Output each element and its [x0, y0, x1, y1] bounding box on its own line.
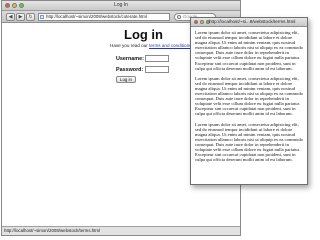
search-icon: [177, 15, 181, 19]
status-bar: http://localhost/~simon/2008/webstock/te…: [2, 226, 240, 235]
popup-titlebar: http://localhost/~si...8/webstock/terms.…: [191, 18, 307, 27]
page-favicon-icon: [40, 15, 44, 19]
popup-text-body: Lorem ipsum dolor sit amet, consectetur …: [191, 27, 307, 162]
terms-paragraph: Lorem ipsum dolor sit amet, consectetur …: [195, 121, 303, 163]
password-input[interactable]: [145, 66, 169, 73]
terms-prompt: Have you read our terms and conditions?: [110, 43, 194, 48]
popup-minimize-button[interactable]: [200, 20, 204, 24]
page-title: Log in: [124, 27, 163, 42]
popup-close-button[interactable]: [194, 20, 198, 24]
address-bar-url: http://localhost/~simon/2008/webstock/co…: [46, 14, 147, 19]
back-button[interactable]: ◀: [6, 13, 15, 21]
terms-link[interactable]: terms and conditions: [149, 43, 191, 48]
username-input[interactable]: [145, 55, 169, 62]
forward-button[interactable]: ▶: [16, 13, 25, 21]
popup-title: http://localhost/~si...8/webstock/terms.…: [209, 19, 296, 24]
terms-paragraph: Lorem ipsum dolor sit amet, consectetur …: [195, 75, 303, 117]
terms-paragraph: Lorem ipsum dolor sit amet, consectetur …: [195, 30, 303, 71]
terms-popup-window: http://localhost/~si...8/webstock/terms.…: [190, 17, 308, 185]
reload-button[interactable]: ↻: [26, 13, 35, 21]
address-bar[interactable]: http://localhost/~simon/2008/webstock/co…: [38, 13, 170, 21]
terms-prefix: Have you read our: [110, 43, 150, 48]
password-label: Password:: [116, 67, 144, 73]
login-button[interactable]: Log in: [116, 76, 136, 83]
window-titlebar: Log In: [2, 1, 240, 11]
username-label: Username:: [116, 56, 144, 62]
popup-window-controls: [194, 20, 210, 24]
window-title: Log In: [114, 2, 128, 8]
